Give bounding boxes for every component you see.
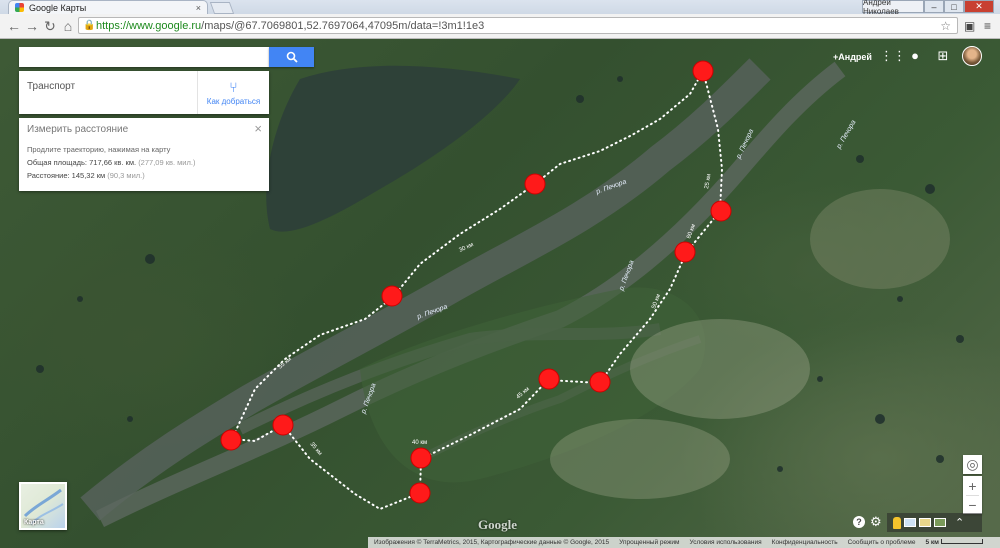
search-input[interactable] bbox=[19, 47, 269, 67]
zoom-out-button[interactable]: − bbox=[963, 496, 982, 514]
new-tab-button[interactable] bbox=[209, 2, 235, 14]
lite-mode-link[interactable]: Упрощенный режим bbox=[619, 539, 679, 546]
map-imagery: р. Печора р. Печора р. Печора р. Печора … bbox=[36, 58, 964, 528]
area-value: Общая площадь: 717,66 кв. км. bbox=[27, 158, 137, 167]
back-arrow-icon[interactable]: ← bbox=[6, 18, 22, 34]
my-location-button[interactable]: ◎ bbox=[963, 455, 982, 474]
pegman-icon[interactable] bbox=[893, 516, 901, 529]
directions-label: Как добраться bbox=[206, 96, 261, 106]
google-logo: Google bbox=[478, 517, 517, 532]
close-window-button[interactable]: ✕ bbox=[964, 0, 994, 13]
layer-thumb-terrain[interactable] bbox=[919, 518, 931, 527]
apps-grid-icon[interactable]: ⋮⋮ bbox=[880, 49, 906, 63]
browser-tab[interactable]: Google Карты × bbox=[8, 0, 208, 14]
locate-icon: ◎ bbox=[966, 456, 979, 472]
lock-icon: 🔒 bbox=[83, 19, 96, 31]
scale-bar bbox=[940, 539, 983, 544]
share-plus-icon[interactable]: ⊞ bbox=[936, 49, 950, 63]
map-thumbnail-label: Карта bbox=[24, 519, 44, 526]
map-marker[interactable] bbox=[692, 60, 714, 82]
notifications-bell-icon[interactable]: ● bbox=[908, 49, 922, 63]
directions-button[interactable]: ⑂ Как добраться bbox=[197, 71, 269, 114]
map-marker[interactable] bbox=[538, 368, 560, 390]
distance-label: 40 км bbox=[412, 440, 427, 446]
help-icon[interactable]: ? bbox=[853, 516, 865, 528]
directions-fork-icon: ⑂ bbox=[229, 78, 238, 95]
tab-close-icon[interactable]: × bbox=[196, 3, 201, 13]
map-marker[interactable] bbox=[674, 241, 696, 263]
home-icon[interactable]: ⌂ bbox=[60, 18, 76, 34]
forward-arrow-icon[interactable]: → bbox=[24, 18, 40, 34]
browser-user-chip[interactable]: Андрей Николаев bbox=[862, 0, 924, 16]
measure-distance-panel: Измерить расстояние × Продлите траектори… bbox=[19, 118, 269, 191]
report-problem-link[interactable]: Сообщить о проблеме bbox=[848, 539, 916, 546]
reload-icon[interactable]: ↻ bbox=[42, 18, 58, 35]
river-label: р. Печора bbox=[835, 119, 857, 151]
area-alt-value: (277,09 кв. мил.) bbox=[138, 158, 196, 167]
avatar[interactable] bbox=[962, 46, 982, 66]
map-marker[interactable] bbox=[381, 285, 403, 307]
map-marker[interactable] bbox=[220, 429, 242, 451]
measure-area: Общая площадь: 717,66 кв. км. (277,09 кв… bbox=[27, 158, 261, 167]
expand-chevron-icon[interactable]: ⌃ bbox=[955, 516, 964, 529]
measure-hint: Продлите траекторию, нажимая на карту bbox=[27, 145, 171, 154]
search-button[interactable] bbox=[269, 47, 314, 67]
map-marker[interactable] bbox=[272, 414, 294, 436]
street-view-layers-strip: ⌃ bbox=[887, 513, 982, 532]
address-bar[interactable]: 🔒 https://www.google.ru /maps/@67.706980… bbox=[78, 17, 958, 34]
map-marker[interactable] bbox=[524, 173, 546, 195]
measure-distance: Расстояние: 145,32 км (90,3 мил.) bbox=[27, 171, 261, 180]
tab-title: Google Карты bbox=[29, 2, 87, 13]
layer-thumb-earth[interactable] bbox=[934, 518, 946, 527]
zoom-controls: + − bbox=[963, 476, 982, 514]
transport-panel[interactable]: Транспорт ⑂ Как добраться bbox=[19, 71, 269, 114]
map-marker[interactable] bbox=[410, 447, 432, 469]
map-marker[interactable] bbox=[710, 200, 732, 222]
distance-label: 30 км bbox=[458, 242, 474, 254]
maximize-button[interactable]: □ bbox=[944, 0, 964, 13]
bookmark-star-icon[interactable]: ☆ bbox=[940, 19, 951, 33]
satellite-map[interactable]: р. Печора р. Печора р. Печора р. Печора … bbox=[0, 39, 1000, 548]
google-maps-favicon-icon bbox=[15, 3, 24, 12]
map-footer: Изображения © TerraMetrics, 2015, Картог… bbox=[368, 537, 1000, 548]
privacy-link[interactable]: Конфиденциальность bbox=[772, 539, 838, 546]
account-name-link[interactable]: +Андрей bbox=[833, 52, 872, 62]
menu-hamburger-icon[interactable]: ≡ bbox=[984, 19, 991, 33]
gear-icon[interactable]: ⚙ bbox=[870, 514, 882, 530]
distance-value: Расстояние: 145,32 км bbox=[27, 171, 106, 180]
browser-toolbar: ← → ↻ ⌂ 🔒 https://www.google.ru /maps/@6… bbox=[0, 14, 1000, 39]
measure-title: Измерить расстояние bbox=[27, 124, 129, 135]
terms-link[interactable]: Условия использования bbox=[690, 539, 762, 546]
distance-label: 35 км bbox=[308, 441, 322, 456]
browser-titlebar: Google Карты × Андрей Николаев – □ ✕ bbox=[0, 0, 1000, 16]
extension-icon[interactable]: ▣ bbox=[964, 19, 975, 33]
map-marker[interactable] bbox=[589, 371, 611, 393]
imagery-credit: Изображения © TerraMetrics, 2015, Картог… bbox=[374, 539, 610, 546]
distance-alt-value: (90,3 мил.) bbox=[107, 171, 145, 180]
search-icon bbox=[286, 51, 298, 63]
layer-thumb-map[interactable] bbox=[904, 518, 916, 527]
zoom-in-button[interactable]: + bbox=[963, 476, 982, 495]
distance-label: 25 км bbox=[704, 173, 713, 189]
url-path: /maps/@67.7069801,52.7697064,47095m/data… bbox=[201, 19, 485, 32]
url-host: https://www.google.ru bbox=[96, 19, 202, 32]
map-marker[interactable] bbox=[409, 482, 431, 504]
scale-label: 5 км bbox=[925, 539, 983, 546]
transport-label: Транспорт bbox=[27, 81, 76, 92]
map-mode-thumbnail[interactable]: Карта bbox=[19, 482, 67, 530]
close-icon[interactable]: × bbox=[254, 121, 262, 136]
minimize-button[interactable]: – bbox=[924, 0, 944, 13]
